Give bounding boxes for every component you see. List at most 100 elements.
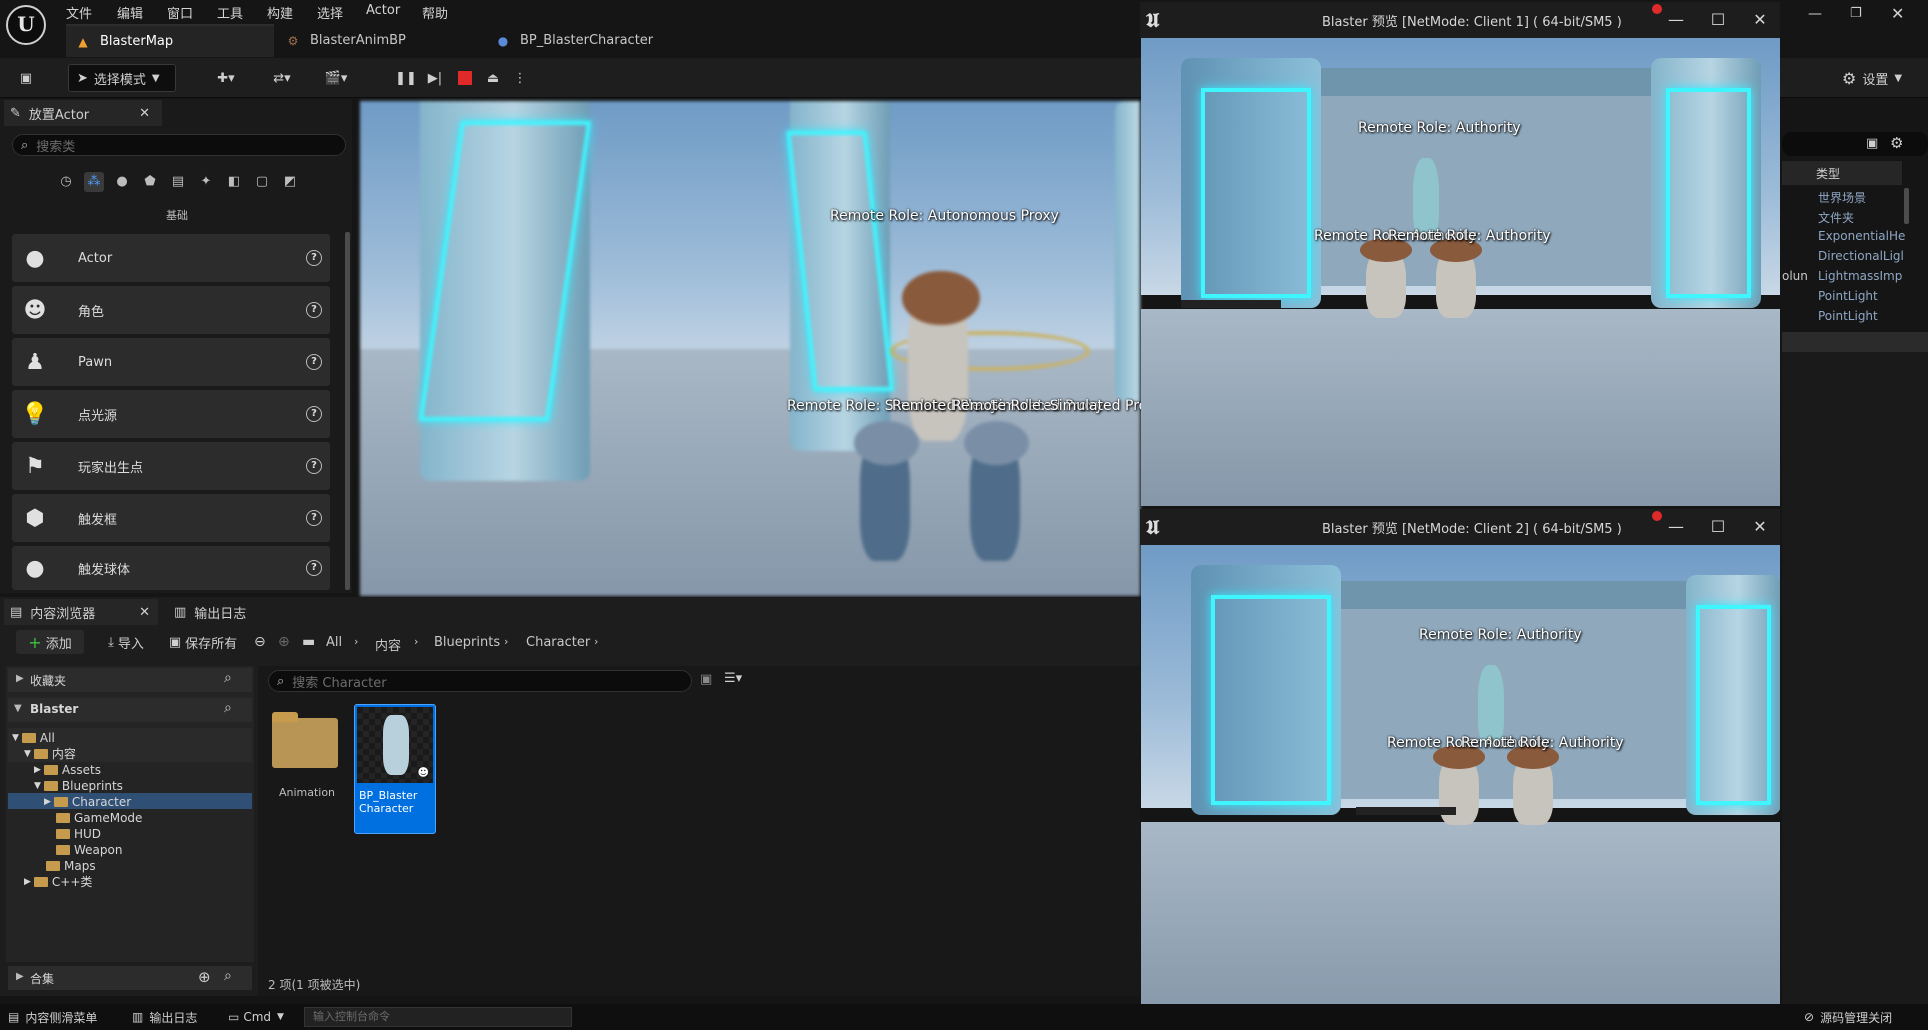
menu-select[interactable]: 选择 [317,3,343,22]
menu-tools[interactable]: 工具 [217,3,243,22]
level-viewport[interactable] [360,101,1140,596]
console-input[interactable]: 输入控制台命令 [304,1007,572,1027]
recent-category-icon[interactable]: ◷ [56,172,76,192]
outliner-row[interactable]: DirectionalLigl [1818,249,1904,263]
maximize-icon[interactable]: ☐ [1698,2,1738,38]
tab-output-log[interactable]: ▥ 输出日志 [170,599,270,625]
minimize-icon[interactable]: — [1656,2,1696,38]
asset-folder-animation[interactable] [270,712,340,768]
outliner-row[interactable]: LightmassImp [1818,269,1902,283]
actor-item-player-start[interactable]: ⚑ 玩家出生点 ? [12,442,330,490]
basic-category-icon[interactable]: ⁂ [84,172,104,192]
actor-item-character[interactable]: ☻ 角色 ? [12,286,330,334]
scrollbar[interactable] [345,232,350,590]
asset-bp-blastercharacter[interactable]: ☻ BP_Blaster Character [354,704,436,834]
save-all-button[interactable]: ▣ 保存所有 [166,630,240,654]
chevron-right-icon[interactable]: › [504,635,508,648]
cinematic-category-icon[interactable]: ▤ [168,172,188,192]
outliner-row[interactable]: ExponentialHe [1818,229,1905,243]
forward-icon[interactable]: ⊕ [278,634,290,650]
minimize-icon[interactable]: — [1656,509,1696,545]
output-log-button[interactable]: ▥ 输出日志 [132,1004,197,1030]
asset-search-input[interactable]: ⌕ 搜索 Character [268,670,692,692]
client1-viewport[interactable] [1141,38,1780,506]
close-icon[interactable]: ✕ [139,605,150,620]
tree-item-assets[interactable]: ▶ Assets [34,762,101,778]
menu-file[interactable]: 文件 [66,3,92,22]
actor-item-pawn[interactable]: ♟ Pawn ? [12,338,330,386]
tab-blastermap[interactable]: ▲ BlasterMap [66,24,274,57]
outliner-row[interactable]: PointLight [1818,309,1878,323]
folder-icon[interactable]: ▬ [302,634,315,650]
help-icon[interactable]: ? [306,510,322,526]
tree-item-weapon[interactable]: Weapon [56,842,122,858]
tree-item-gamemode[interactable]: GameMode [56,810,142,826]
eject-icon[interactable]: ⏏ [480,64,506,92]
all-classes-category-icon[interactable]: ◩ [280,172,300,192]
lights-category-icon[interactable]: ● [112,172,132,192]
maximize-icon[interactable]: ☐ [1698,509,1738,545]
tree-item-all[interactable]: ▼ All [12,730,55,746]
save-search-icon[interactable]: ▣ [700,672,712,687]
tab-place-actors[interactable]: ✎ 放置Actor ✕ [4,100,162,126]
source-control-button[interactable]: ⊘ 源码管理关闭 [1804,1004,1892,1030]
pause-icon[interactable]: ❚❚ [392,64,420,92]
back-icon[interactable]: ⊖ [254,634,266,650]
stop-button[interactable] [452,64,478,92]
tab-content-browser[interactable]: ▤ 内容浏览器 ✕ [4,599,158,625]
actor-item-point-light[interactable]: 💡 点光源 ? [12,390,330,438]
menu-edit[interactable]: 编辑 [117,3,143,22]
breadcrumb-content[interactable]: 内容 [375,635,401,654]
tree-item-maps[interactable]: Maps [46,858,96,874]
menu-help[interactable]: 帮助 [422,3,448,22]
breadcrumb-all[interactable]: All [326,635,342,650]
close-icon[interactable]: ✕ [1891,4,1904,23]
chevron-right-icon[interactable]: › [414,635,418,648]
actor-item-trigger-sphere[interactable]: ● 触发球体 ? [12,546,330,590]
add-folder-icon[interactable]: ▣ [1866,136,1878,151]
help-icon[interactable]: ? [306,406,322,422]
shapes-category-icon[interactable]: ⬟ [140,172,160,192]
scrollbar[interactable] [1904,188,1909,224]
geometry-category-icon[interactable]: ◧ [224,172,244,192]
outliner-search-input[interactable] [1782,132,1928,156]
cmd-dropdown[interactable]: ▭ Cmd ▼ [228,1004,284,1030]
chevron-right-icon[interactable]: › [354,635,358,648]
more-options-icon[interactable]: ⋮ [510,64,530,92]
content-drawer-button[interactable]: ▤ 内容侧滑菜单 [8,1004,97,1030]
tree-item-cpp-classes[interactable]: ▶ C++类 [24,874,92,890]
add-button[interactable]: + 添加 [16,630,84,654]
tree-item-hud[interactable]: HUD [56,826,101,842]
outliner-row[interactable]: PointLight [1818,289,1878,303]
import-button[interactable]: ⤓ 导入 [100,630,152,654]
add-collection-icon[interactable]: ⊕ [198,968,211,986]
search-icon[interactable]: ⌕ [224,968,232,984]
settings-button[interactable]: ⚙ 设置 ▼ [1832,64,1912,92]
add-actor-button[interactable]: ✚▾ [206,64,246,92]
save-icon[interactable]: ▣ [12,64,40,92]
help-icon[interactable]: ? [306,458,322,474]
actor-item-trigger-box[interactable]: ⬢ 触发框 ? [12,494,330,542]
restore-icon[interactable]: ❐ [1850,6,1862,21]
chevron-right-icon[interactable]: › [594,635,598,648]
tab-blasteranimbp[interactable]: ⚙ BlasterAnimBP [276,24,486,57]
breadcrumb-character[interactable]: Character [526,635,590,650]
menu-actor[interactable]: Actor [366,3,400,18]
step-icon[interactable]: ▶| [422,64,448,92]
visual-effects-category-icon[interactable]: ✦ [196,172,216,192]
tab-bp-blastercharacter[interactable]: ● BP_BlasterCharacter [486,24,716,57]
search-icon[interactable]: ⌕ [224,700,232,716]
select-mode-dropdown[interactable]: ➤ 选择模式 ▼ [68,64,176,92]
close-icon[interactable]: ✕ [1740,509,1780,545]
tree-item-content[interactable]: ▼ 内容 [24,746,76,762]
blueprint-menu-button[interactable]: ⇄▾ [262,64,302,92]
filter-icon[interactable]: ☰▾ [724,671,742,686]
close-icon[interactable]: ✕ [139,106,150,121]
close-icon[interactable]: ✕ [1740,2,1780,38]
menu-build[interactable]: 构建 [267,3,293,22]
minimize-icon[interactable]: — [1808,6,1822,22]
search-icon[interactable]: ⌕ [224,670,232,686]
breadcrumb-blueprints[interactable]: Blueprints [434,635,500,650]
actor-item-actor[interactable]: ● Actor ? [12,234,330,282]
client2-viewport[interactable] [1141,545,1780,1023]
